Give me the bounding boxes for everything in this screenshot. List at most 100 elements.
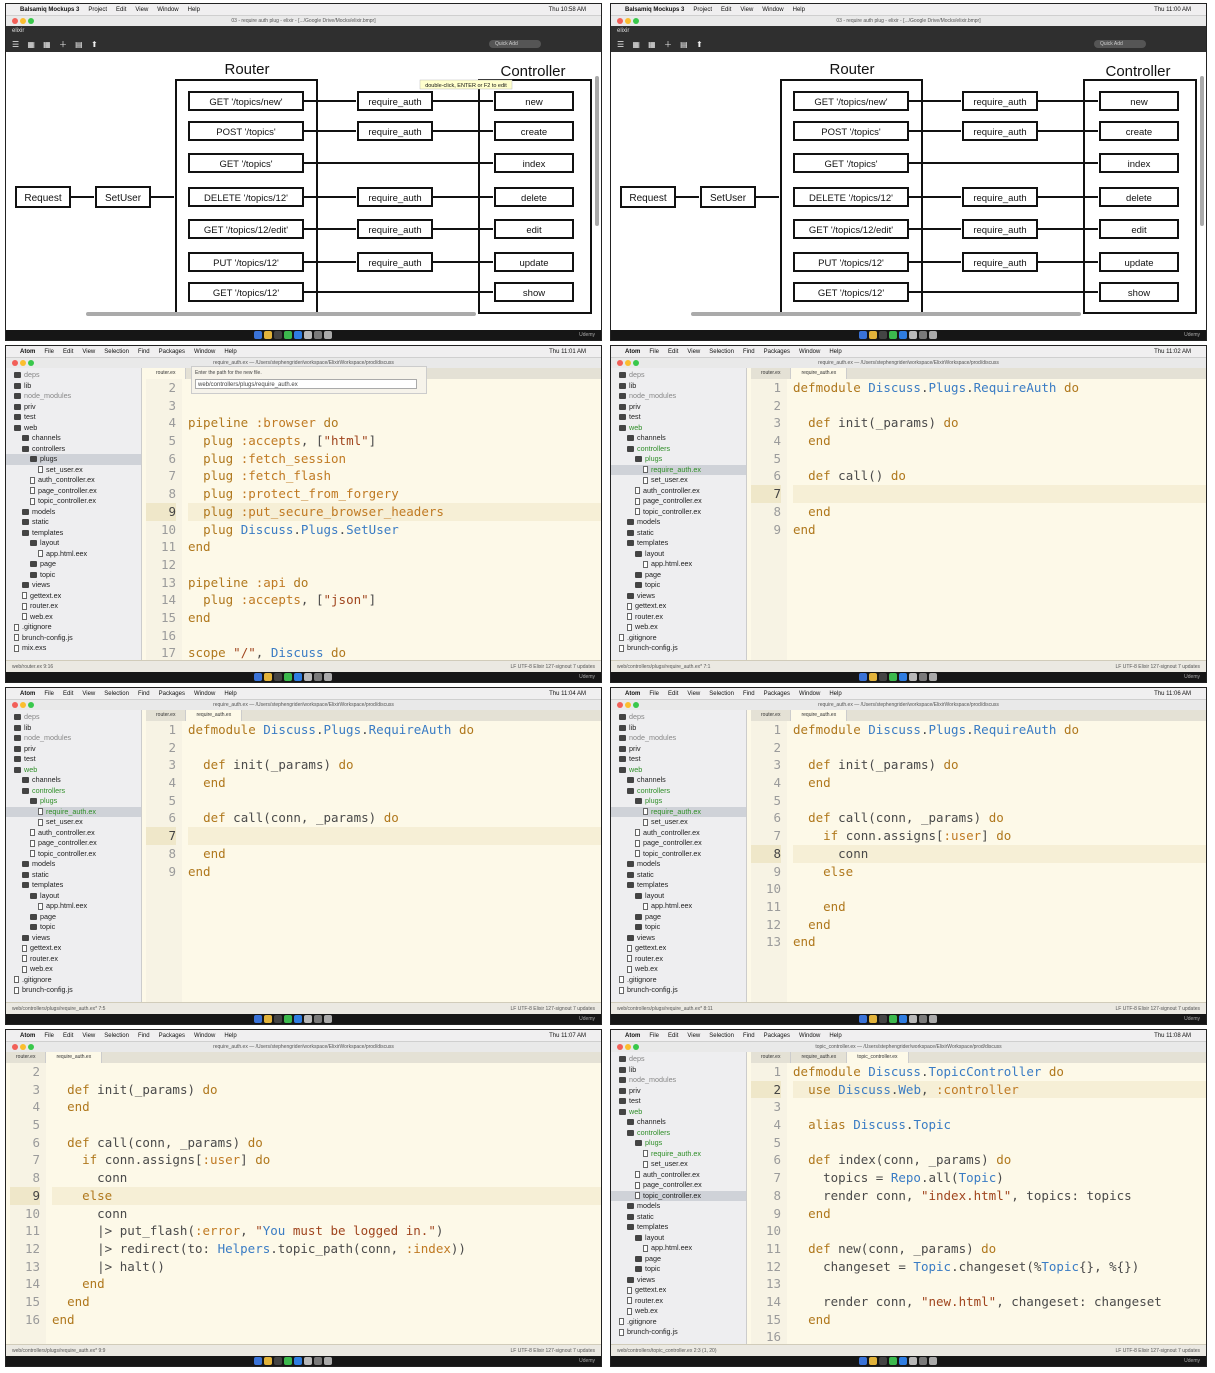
tree-item[interactable]: channels (611, 775, 746, 786)
tree-item[interactable]: web (6, 765, 141, 776)
tree-item[interactable]: priv (611, 1086, 746, 1097)
tree-item[interactable]: topic_controller.ex (611, 1190, 746, 1201)
dock-app-icon[interactable] (909, 1357, 917, 1365)
code-editor[interactable]: defmodule Discuss.TopicController do use… (787, 1063, 1206, 1344)
dock-app-icon[interactable] (254, 673, 262, 681)
app-menu[interactable]: Balsamiq Mockups 3 (20, 4, 79, 15)
close-button[interactable] (617, 702, 623, 708)
tree-item[interactable]: layout (611, 549, 746, 560)
tree-item[interactable]: channels (611, 433, 746, 444)
menu-item[interactable]: Selection (104, 346, 129, 357)
dock-app-icon[interactable] (859, 673, 867, 681)
tree-item[interactable]: page_controller.ex (6, 838, 141, 849)
code-editor[interactable]: defmodule Discuss.Plugs.RequireAuth do d… (182, 721, 601, 1002)
zoom-button[interactable] (28, 1044, 34, 1050)
tree-item[interactable]: layout (611, 1233, 746, 1244)
menu-item[interactable]: Edit (721, 4, 731, 15)
menu-item[interactable]: Project (88, 4, 107, 15)
close-button[interactable] (12, 18, 18, 24)
tree-item[interactable]: auth_controller.ex (611, 1170, 746, 1181)
tree-item[interactable]: static (611, 1212, 746, 1223)
menu-item[interactable]: Edit (668, 688, 678, 699)
tree-item[interactable]: layout (611, 891, 746, 902)
menu-item[interactable]: View (687, 1030, 700, 1041)
menu-item[interactable]: File (44, 346, 54, 357)
dock-app-icon[interactable] (304, 331, 312, 339)
dock-app-icon[interactable] (899, 331, 907, 339)
tree-item[interactable]: .gitignore (611, 975, 746, 986)
tree-item[interactable]: router.ex (611, 612, 746, 623)
menu-item[interactable]: File (44, 1030, 54, 1041)
tree-item[interactable]: layout (6, 538, 141, 549)
dock-app-icon[interactable] (274, 331, 282, 339)
tree-item[interactable]: web.ex (611, 1306, 746, 1317)
dock-app-icon[interactable] (919, 331, 927, 339)
editor-tab[interactable]: require_auth.ex (791, 368, 848, 379)
tree-item[interactable]: page_controller.ex (611, 838, 746, 849)
dock-app-icon[interactable] (919, 673, 927, 681)
tree-item[interactable]: page_controller.ex (611, 1180, 746, 1191)
dock-app-icon[interactable] (929, 331, 937, 339)
menu-item[interactable]: Edit (63, 1030, 73, 1041)
menu-item[interactable]: File (44, 688, 54, 699)
tree-view[interactable]: deps lib node_modules priv test web channels co… (6, 710, 142, 1002)
tree-item[interactable]: auth_controller.ex (611, 486, 746, 497)
menu-item[interactable]: Find (743, 346, 755, 357)
zoom-button[interactable] (633, 702, 639, 708)
dock-app-icon[interactable] (274, 1015, 282, 1023)
tree-item[interactable]: brunch-config.js (611, 985, 746, 996)
minimize-button[interactable] (625, 702, 631, 708)
tree-item[interactable]: gettext.ex (611, 601, 746, 612)
menu-item[interactable]: View (82, 346, 95, 357)
tree-item[interactable]: models (611, 1201, 746, 1212)
tree-item[interactable]: .gitignore (611, 633, 746, 644)
tree-item[interactable]: templates (6, 880, 141, 891)
dock-app-icon[interactable] (919, 1357, 927, 1365)
editor-tab[interactable]: require_auth.ex (791, 710, 848, 721)
minimize-button[interactable] (20, 18, 26, 24)
tree-item[interactable]: test (611, 1096, 746, 1107)
tree-item[interactable]: topic (611, 580, 746, 591)
tree-item[interactable]: channels (6, 433, 141, 444)
minimize-button[interactable] (625, 18, 631, 24)
dock-app-icon[interactable] (264, 673, 272, 681)
menu-item[interactable]: Help (224, 1030, 236, 1041)
flow-diagram[interactable]: Router Controller Request SetUser GET '/topi… (611, 52, 1206, 322)
tree-item[interactable]: page (611, 570, 746, 581)
tree-item[interactable]: router.ex (6, 954, 141, 965)
tree-item[interactable]: test (6, 412, 141, 423)
tree-item[interactable]: page (611, 1254, 746, 1265)
tree-item[interactable]: router.ex (611, 1296, 746, 1307)
horizontal-scrollbar[interactable] (691, 312, 1081, 316)
menu-item[interactable]: Packages (764, 688, 790, 699)
app-menu[interactable]: Atom (625, 1030, 640, 1041)
tree-item[interactable]: static (611, 528, 746, 539)
zoom-button[interactable] (633, 360, 639, 366)
dock-app-icon[interactable] (324, 1357, 332, 1365)
dock-app-icon[interactable] (909, 331, 917, 339)
menu-item[interactable]: Edit (668, 1030, 678, 1041)
mockup-canvas[interactable]: Router Controller Request SetUser GET '/topi… (6, 52, 601, 318)
editor-tab[interactable]: router.ex (751, 1052, 792, 1063)
dock-app-icon[interactable] (304, 673, 312, 681)
menu-item[interactable]: Selection (709, 688, 734, 699)
dock-app-icon[interactable] (324, 1015, 332, 1023)
dock-app-icon[interactable] (929, 1015, 937, 1023)
dock-app-icon[interactable] (879, 1357, 887, 1365)
close-button[interactable] (12, 702, 18, 708)
vertical-scrollbar[interactable] (1200, 76, 1204, 226)
dock-app-icon[interactable] (929, 1357, 937, 1365)
tree-item[interactable]: set_user.ex (6, 817, 141, 828)
tree-item[interactable]: web.ex (611, 622, 746, 633)
minimize-button[interactable] (625, 360, 631, 366)
dock-app-icon[interactable] (889, 1357, 897, 1365)
tree-item[interactable]: require_auth.ex (611, 806, 746, 817)
menu-item[interactable]: Edit (116, 4, 126, 15)
tree-item[interactable]: brunch-config.js (611, 643, 746, 654)
quick-add-input[interactable]: Quick Add (489, 40, 541, 48)
tree-item[interactable]: web.ex (6, 964, 141, 975)
close-button[interactable] (12, 360, 18, 366)
menu-item[interactable]: Window (157, 4, 178, 15)
editor-tab[interactable]: topic_controller.ex (847, 1052, 909, 1063)
dock-app-icon[interactable] (284, 331, 292, 339)
